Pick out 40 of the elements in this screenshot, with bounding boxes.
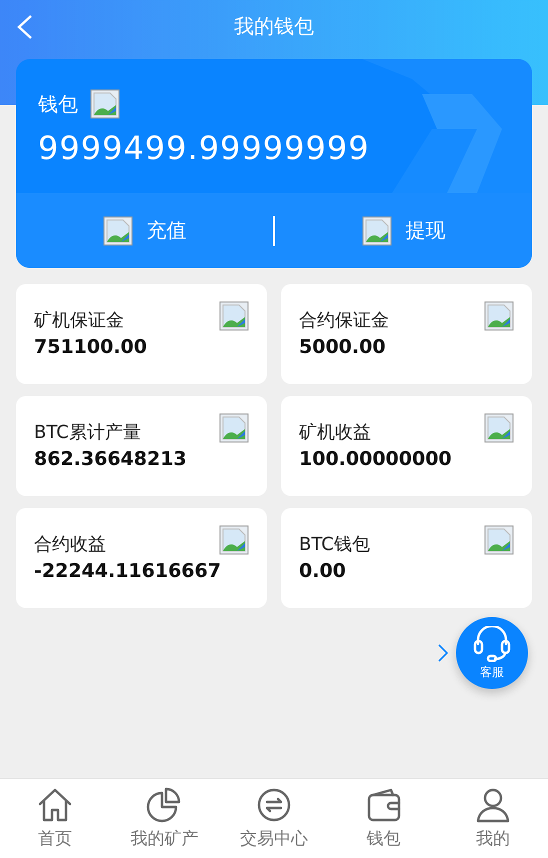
broken-image-icon <box>484 525 514 555</box>
stat-label: 矿机收益 <box>299 421 371 444</box>
stat-label: 矿机保证金 <box>34 309 124 332</box>
broken-image-icon <box>219 301 249 331</box>
broken-image-icon <box>362 216 392 246</box>
customer-service-button[interactable]: 客服 <box>456 617 528 689</box>
stat-label: 合约保证金 <box>299 309 389 332</box>
headset-icon <box>472 626 512 662</box>
stat-label: 合约收益 <box>34 533 106 556</box>
stat-value: 5000.00 <box>299 336 386 358</box>
wallet-action-button[interactable]: 提现 <box>275 214 532 246</box>
wallet-action-button[interactable]: 充值 <box>16 214 273 246</box>
broken-image-icon <box>102 216 132 246</box>
broken-image-icon <box>219 525 249 555</box>
broken-image-icon <box>484 413 514 443</box>
wallet-balance: 9999499.99999999 <box>38 129 371 167</box>
broken-image-icon <box>90 89 120 119</box>
page-title: 我的钱包 <box>234 12 314 40</box>
tab-bar-item[interactable]: 我的矿产 <box>110 779 220 858</box>
stat-value: 0.00 <box>299 560 346 582</box>
tab-bar-item[interactable]: 我的 <box>438 779 548 858</box>
broken-image-icon <box>219 413 249 443</box>
chevron-right-icon[interactable] <box>438 644 448 662</box>
stat-value: 862.36648213 <box>34 448 187 470</box>
stat-value: -22244.11616667 <box>34 560 221 582</box>
stat-label: BTC累计产量 <box>34 421 141 444</box>
stat-label: BTC钱包 <box>299 533 370 556</box>
exchange-icon <box>256 787 292 823</box>
wallet-icon <box>366 787 402 823</box>
back-icon[interactable] <box>16 14 34 40</box>
user-icon <box>475 787 512 823</box>
tab-bar-item[interactable]: 首页 <box>0 779 110 858</box>
stat-value: 751100.00 <box>34 336 147 358</box>
tab-bar-item[interactable]: 交易中心 <box>219 779 329 858</box>
broken-image-icon <box>484 301 514 331</box>
wallet-label: 钱包 <box>38 90 78 118</box>
home-icon <box>36 787 73 823</box>
stat-value: 100.00000000 <box>299 448 452 470</box>
pie-chart-icon <box>146 787 182 823</box>
tab-bar-item[interactable]: 钱包 <box>328 779 438 858</box>
